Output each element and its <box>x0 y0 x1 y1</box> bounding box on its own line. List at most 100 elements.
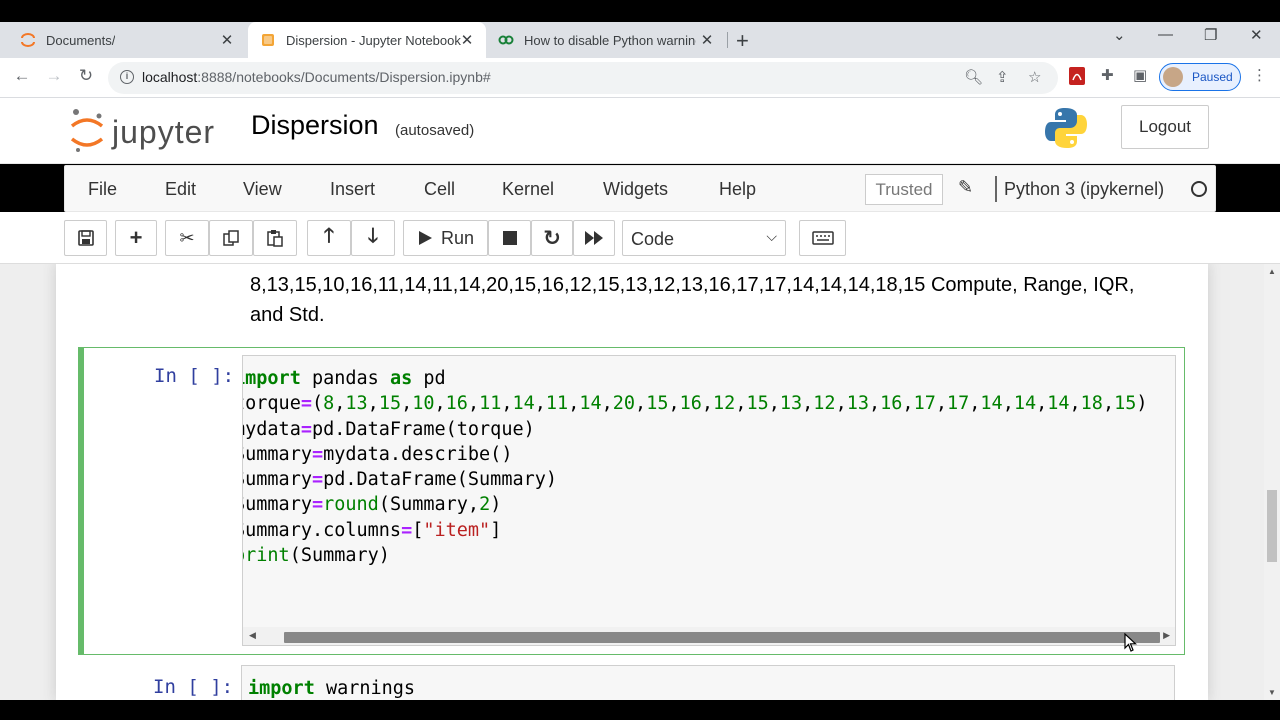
cell-type-value: Code <box>631 229 675 249</box>
tab-dispersion[interactable]: Dispersion - Jupyter Notebook ✕ <box>248 22 486 58</box>
code-editor[interactable]: import warnings <box>241 665 1175 700</box>
copy-button[interactable] <box>209 220 253 256</box>
run-button[interactable]: Run <box>403 220 488 256</box>
menu-file[interactable]: File <box>88 179 117 200</box>
browser-toolbar: ← → ↻ i localhost:8888/notebooks/Documen… <box>0 58 1280 98</box>
restart-kernel-button[interactable]: ↻ <box>531 220 573 256</box>
code-text[interactable]: import pandas as pd torque=(8,13,15,10,1… <box>243 366 1148 568</box>
menu-cell[interactable]: Cell <box>424 179 455 200</box>
scrollbar-thumb[interactable] <box>284 632 1160 643</box>
scrollbar-thumb[interactable] <box>1267 490 1277 562</box>
scroll-left-arrow-icon[interactable]: ◀ <box>249 630 256 641</box>
kernel-name[interactable]: Python 3 (ipykernel) <box>1004 179 1164 200</box>
autosave-status: (autosaved) <box>395 122 475 139</box>
input-prompt: In [ ]: <box>153 676 234 698</box>
play-icon <box>418 231 432 245</box>
save-icon <box>77 230 94 246</box>
paste-button[interactable] <box>253 220 297 256</box>
tab-title: How to disable Python warnings? <box>524 32 696 48</box>
code-cell[interactable]: In [ ]: import warnings <box>78 659 1185 700</box>
cut-button[interactable]: ✂ <box>165 220 209 256</box>
save-button[interactable] <box>64 220 107 256</box>
notebook-title[interactable]: Dispersion <box>251 110 379 141</box>
pdf-extension-icon[interactable] <box>1069 67 1085 89</box>
horizontal-scrollbar[interactable]: ◀ ▶ <box>243 627 1175 645</box>
interrupt-button[interactable] <box>488 220 531 256</box>
cell-selection-bar <box>78 347 84 655</box>
plus-icon: + <box>129 225 143 250</box>
jupyter-favicon-icon <box>20 32 36 48</box>
profile-paused-button[interactable]: Paused <box>1159 63 1241 91</box>
menu-insert[interactable]: Insert <box>330 179 375 200</box>
input-prompt: In [ ]: <box>154 365 235 387</box>
code-cell-selected[interactable]: In [ ]: import pandas as pd torque=(8,13… <box>78 347 1185 655</box>
menu-edit[interactable]: Edit <box>165 179 196 200</box>
address-bar[interactable]: i localhost:8888/notebooks/Documents/Dis… <box>108 62 1058 94</box>
tab-search-chevron-icon[interactable]: ⌄ <box>1113 26 1126 44</box>
python-logo-icon <box>1044 106 1088 155</box>
tab-documents[interactable]: Documents/ ✕ <box>10 22 246 58</box>
browser-tab-strip: Documents/ ✕ Dispersion - Jupyter Notebo… <box>0 22 1280 58</box>
insert-cell-button[interactable]: + <box>115 220 157 256</box>
bookmark-star-icon[interactable]: ☆ <box>1028 68 1041 86</box>
reload-icon[interactable]: ↻ <box>74 66 98 86</box>
window-close-icon[interactable]: ✕ <box>1250 26 1263 44</box>
restart-run-all-button[interactable] <box>573 220 615 256</box>
code-editor[interactable]: import pandas as pd torque=(8,13,15,10,1… <box>242 355 1176 646</box>
menu-kernel[interactable]: Kernel <box>502 179 554 200</box>
stop-icon <box>502 231 517 245</box>
page-vertical-scrollbar[interactable]: ▲ ▼ <box>1264 264 1280 700</box>
arrow-down-icon: 🡓 <box>367 225 379 247</box>
jupyter-logo[interactable]: jupyter <box>68 106 238 156</box>
scissors-icon: ✂ <box>179 227 195 248</box>
screen-top-edge <box>0 0 1280 22</box>
restore-icon[interactable]: ❐ <box>1204 26 1217 44</box>
notebook-site: 8,13,15,10,16,11,14,11,14,20,15,16,12,15… <box>0 264 1264 700</box>
command-palette-button[interactable] <box>799 220 846 256</box>
scroll-right-arrow-icon[interactable]: ▶ <box>1163 630 1170 641</box>
minimize-icon[interactable]: — <box>1158 26 1173 43</box>
chevron-down-icon: ⌵ <box>766 228 777 244</box>
mouse-pointer-icon <box>1124 632 1138 658</box>
markdown-cell-text[interactable]: 8,13,15,10,16,11,14,11,14,20,15,16,12,15… <box>250 270 1150 330</box>
menu-help[interactable]: Help <box>719 179 756 200</box>
copy-icon <box>223 230 239 246</box>
menu-widgets[interactable]: Widgets <box>603 179 668 200</box>
kernel-separator <box>995 176 997 202</box>
avatar <box>1163 67 1183 87</box>
paste-icon <box>267 230 283 247</box>
url-text[interactable]: localhost:8888/notebooks/Documents/Dispe… <box>142 69 491 85</box>
url-path: :8888/notebooks/Documents/Dispersion.ipy… <box>197 69 491 85</box>
side-panel-icon[interactable]: ▣ <box>1133 66 1147 84</box>
cell-type-select[interactable]: Code ⌵ <box>622 220 786 256</box>
url-host: localhost <box>142 69 198 85</box>
logout-button[interactable]: Logout <box>1121 105 1209 149</box>
back-arrow-icon[interactable]: ← <box>10 66 34 86</box>
tab-title: Documents/ <box>46 32 116 48</box>
tab-separator <box>727 32 728 48</box>
notebook-menubar: File Edit View Insert Cell Kernel Widget… <box>64 165 1216 212</box>
tab-close-icon[interactable]: ✕ <box>218 31 236 49</box>
tab-title: Dispersion - Jupyter Notebook <box>286 32 461 48</box>
tab-close-icon[interactable]: ✕ <box>458 31 476 49</box>
tab-python-warnings[interactable]: How to disable Python warnings? ✕ <box>488 22 726 58</box>
trusted-indicator[interactable]: Trusted <box>865 174 943 205</box>
tab-close-icon[interactable]: ✕ <box>698 31 716 49</box>
code-text[interactable]: import warnings <box>248 676 415 700</box>
jupyter-wordmark: jupyter <box>112 114 216 150</box>
kernel-idle-indicator-icon <box>1191 181 1207 197</box>
browser-menu-icon[interactable]: ⋮ <box>1252 66 1267 84</box>
site-info-icon[interactable]: i <box>120 70 134 84</box>
forward-arrow-icon[interactable]: → <box>42 66 66 86</box>
move-down-button[interactable]: 🡓 <box>351 220 395 256</box>
share-icon[interactable]: ⇪ <box>996 68 1009 86</box>
move-up-button[interactable]: 🡑 <box>307 220 351 256</box>
scroll-up-arrow-icon[interactable]: ▲ <box>1268 267 1276 276</box>
notebook-container: 8,13,15,10,16,11,14,11,14,20,15,16,12,15… <box>56 264 1208 700</box>
scroll-down-arrow-icon[interactable]: ▼ <box>1268 688 1276 697</box>
zoom-icon[interactable]: 🔍︎ <box>964 68 983 86</box>
new-tab-plus-icon[interactable]: + <box>736 28 749 54</box>
extensions-puzzle-icon[interactable]: ✚ <box>1101 66 1114 84</box>
menu-view[interactable]: View <box>243 179 282 200</box>
screen-bottom-edge <box>0 700 1280 720</box>
